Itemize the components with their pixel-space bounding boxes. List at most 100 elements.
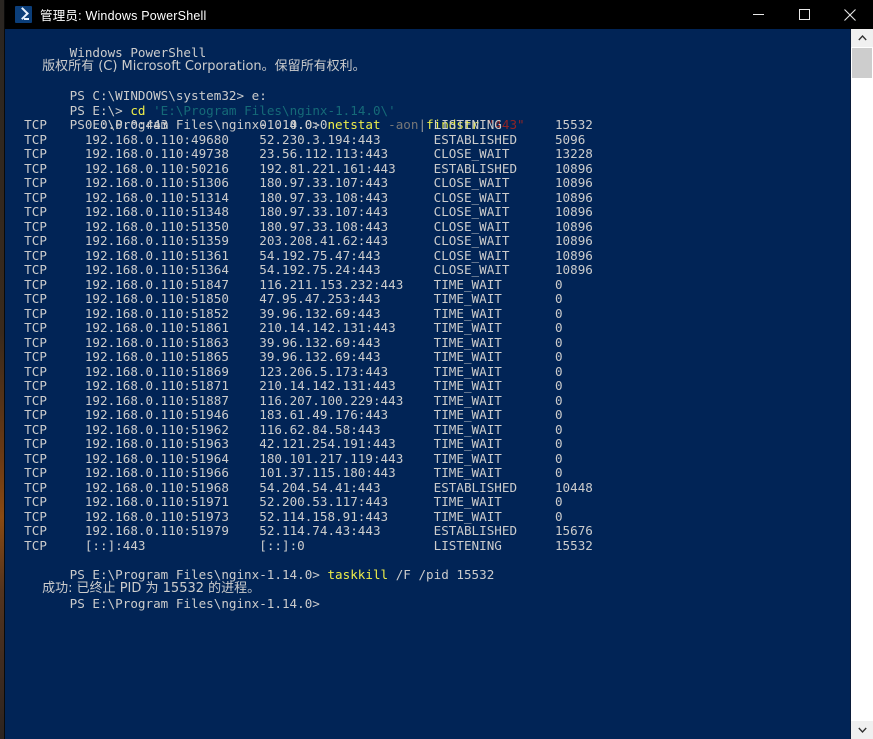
cell-foreign_address: 39.96.132.69:443: [259, 334, 434, 350]
cell-state: TIME_WAIT: [433, 334, 555, 350]
table-row: TCP 192.168.0.110:51966 101.37.115.180:4…: [9, 465, 851, 481]
command-line-4: PS E:\Program Files\nginx-1.14.0> taskki…: [9, 553, 851, 582]
cell-pid: 0: [554, 291, 563, 306]
scroll-up-button[interactable]: [851, 29, 873, 47]
cell-proto: TCP: [24, 247, 85, 263]
console-output-area[interactable]: Windows PowerShell 版权所有 (C) Microsoft Co…: [5, 29, 851, 739]
minimize-button[interactable]: [735, 0, 781, 29]
cell-state: TIME_WAIT: [433, 291, 555, 306]
table-row: TCP 192.168.0.110:51847 116.211.153.232:…: [9, 276, 851, 293]
cell-local_address: 192.168.0.110:51968: [84, 479, 260, 495]
window-titlebar[interactable]: 管理员: Windows PowerShell: [5, 0, 873, 29]
cell-foreign_address: 0.0.0.0:0: [259, 117, 434, 132]
cell-local_address: 192.168.0.110:51979: [84, 523, 260, 538]
scroll-down-button[interactable]: [851, 721, 873, 739]
cell-local_address: 192.168.0.110:51348: [84, 204, 260, 219]
table-row: TCP 192.168.0.110:51348 180.97.33.107:44…: [9, 204, 851, 220]
table-row: TCP 192.168.0.110:51359 203.208.41.62:44…: [9, 233, 851, 249]
cell-foreign_address: 180.97.33.108:443: [259, 189, 434, 205]
cell-pid: 0: [554, 508, 563, 524]
table-row: TCP [::]:443 [::]:0 LISTENING 15532: [9, 537, 851, 554]
cell-pid: 0: [554, 450, 563, 466]
cell-proto: TCP: [24, 131, 85, 147]
cell-pid: 10896: [554, 175, 593, 190]
vertical-scrollbar[interactable]: [850, 29, 873, 739]
scrollbar-thumb[interactable]: [852, 48, 872, 78]
table-row: TCP 192.168.0.110:51971 52.200.53.117:44…: [9, 494, 851, 510]
cell-pid: 0: [554, 392, 563, 408]
cell-foreign_address: 123.206.5.173:443: [259, 363, 434, 379]
cell-pid: 0: [554, 349, 563, 364]
cell-foreign_address: 52.230.3.194:443: [259, 131, 434, 147]
cell-local_address: 192.168.0.110:51314: [84, 189, 260, 205]
cell-local_address: 192.168.0.110:51865: [84, 349, 260, 364]
window-controls: [735, 0, 873, 29]
cell-foreign_address: 52.200.53.117:443: [259, 494, 434, 509]
table-row: TCP 192.168.0.110:51364 54.192.75.24:443…: [9, 262, 851, 278]
cell-local_address: 192.168.0.110:49738: [84, 146, 260, 161]
scrollbar-track[interactable]: [851, 47, 873, 721]
cell-proto: TCP: [24, 465, 85, 480]
cell-local_address: 192.168.0.110:51971: [84, 494, 260, 509]
cell-proto: TCP: [24, 218, 85, 234]
cell-proto: TCP: [24, 508, 85, 524]
cell-state: ESTABLISHED: [433, 131, 555, 147]
cell-state: LISTENING: [433, 537, 555, 553]
cell-local_address: 192.168.0.110:51962: [84, 421, 260, 437]
cell-proto: TCP: [24, 305, 85, 321]
cell-state: TIME_WAIT: [433, 276, 555, 292]
cell-local_address: 192.168.0.110:51973: [84, 508, 260, 524]
cell-pid: 0: [554, 276, 563, 292]
cell-foreign_address: 54.204.54.41:443: [259, 479, 434, 495]
cell-proto: TCP: [24, 523, 85, 538]
cell-local_address: 192.168.0.110:51306: [84, 175, 260, 190]
cell-local_address: 192.168.0.110:51852: [84, 305, 260, 321]
cell-foreign_address: 183.61.49.176:443: [259, 407, 434, 422]
table-row: TCP 192.168.0.110:51968 54.204.54.41:443…: [9, 479, 851, 496]
cell-pid: 0: [554, 494, 563, 509]
table-row: TCP 192.168.0.110:49680 52.230.3.194:443…: [9, 131, 851, 148]
table-row: TCP 192.168.0.110:51887 116.207.100.229:…: [9, 392, 851, 409]
cell-local_address: 192.168.0.110:51863: [84, 334, 260, 350]
cell-foreign_address: 180.97.33.107:443: [259, 204, 434, 219]
cell-pid: 0: [554, 334, 563, 350]
cell-pid: 0: [554, 305, 563, 321]
maximize-button[interactable]: [781, 0, 827, 29]
cell-foreign_address: 52.114.158.91:443: [259, 508, 434, 524]
cell-proto: TCP: [24, 349, 85, 364]
cell-foreign_address: 101.37.115.180:443: [259, 465, 434, 480]
table-row: TCP 192.168.0.110:51350 180.97.33.108:44…: [9, 218, 851, 235]
cell-local_address: 192.168.0.110:49680: [84, 131, 260, 147]
cell-foreign_address: 116.207.100.229:443: [259, 392, 434, 408]
cell-state: TIME_WAIT: [433, 508, 555, 524]
table-row: TCP 192.168.0.110:51852 39.96.132.69:443…: [9, 305, 851, 322]
cell-proto: TCP: [24, 291, 85, 306]
cell-local_address: 192.168.0.110:51871: [84, 378, 260, 393]
table-row: TCP 192.168.0.110:51964 180.101.217.119:…: [9, 450, 851, 467]
cell-pid: 0: [554, 320, 563, 335]
cell-state: TIME_WAIT: [433, 320, 555, 335]
table-row: TCP 192.168.0.110:51946 183.61.49.176:44…: [9, 407, 851, 423]
table-row: TCP 192.168.0.110:51361 54.192.75.47:443…: [9, 247, 851, 264]
cell-state: CLOSE_WAIT: [433, 247, 555, 263]
cell-foreign_address: 180.97.33.108:443: [259, 218, 434, 234]
cell-pid: 10896: [554, 160, 593, 176]
cell-foreign_address: 210.14.142.131:443: [259, 320, 434, 335]
prompt-underscore-glyph: [24, 18, 29, 20]
cell-state: TIME_WAIT: [433, 305, 555, 321]
cell-state: LISTENING: [433, 117, 555, 132]
cell-state: TIME_WAIT: [433, 407, 555, 422]
cell-local_address: 192.168.0.110:51964: [84, 450, 260, 466]
cell-state: TIME_WAIT: [433, 494, 555, 509]
banner-text-2: 版权所有 (C) Microsoft Corporation。保留所有权利。: [42, 59, 366, 74]
cell-local_address: 192.168.0.110:51364: [84, 262, 260, 277]
cell-proto: TCP: [24, 204, 85, 219]
cell-pid: 10896: [554, 204, 593, 219]
close-button[interactable]: [827, 0, 873, 29]
cell-state: TIME_WAIT: [433, 392, 555, 408]
cell-state: ESTABLISHED: [433, 523, 555, 538]
prompt-string-5: PS E:\Program Files\nginx-1.14.0>: [69, 595, 328, 611]
cell-proto: TCP: [24, 320, 85, 335]
table-row: TCP 192.168.0.110:51863 39.96.132.69:443…: [9, 334, 851, 351]
cell-foreign_address: 203.208.41.62:443: [259, 233, 434, 248]
